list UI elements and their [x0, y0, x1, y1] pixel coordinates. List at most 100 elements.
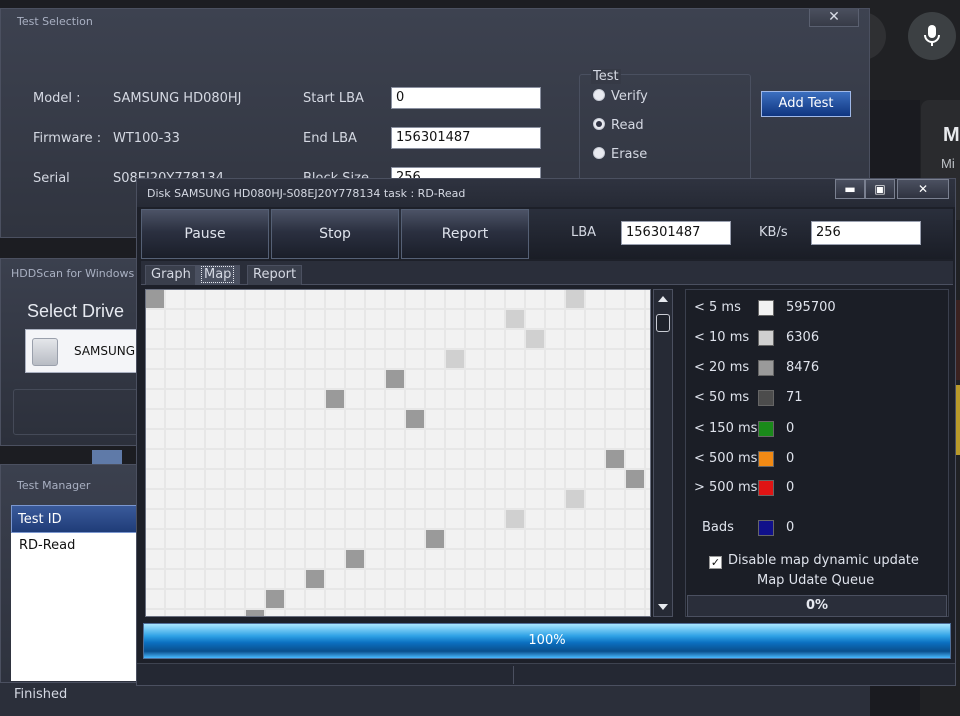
map-block: [406, 290, 424, 308]
maximize-button[interactable]: ▣: [865, 179, 895, 199]
map-block: [226, 390, 244, 408]
map-block: [186, 330, 204, 348]
map-block: [506, 450, 524, 468]
map-block: [366, 290, 384, 308]
map-block: [446, 490, 464, 508]
map-block: [626, 410, 644, 428]
map-block: [426, 510, 444, 528]
tab-bar: Graph Map Report: [141, 261, 953, 285]
column-header-test-id[interactable]: Test ID: [11, 505, 139, 533]
map-block: [426, 350, 444, 368]
map-block: [566, 450, 584, 468]
report-button[interactable]: Report: [401, 209, 529, 259]
scroll-down-icon[interactable]: [658, 604, 668, 610]
map-block: [206, 430, 224, 448]
map-block: [406, 350, 424, 368]
kbs-field[interactable]: 256: [811, 221, 921, 245]
map-block: [146, 470, 164, 488]
map-block: [566, 470, 584, 488]
map-block: [506, 530, 524, 548]
map-block: [406, 570, 424, 588]
hddscan-window: HDDScan for Windows Select Drive SAMSUNG: [0, 258, 139, 446]
map-block: [166, 370, 184, 388]
map-block: [606, 330, 624, 348]
map-block: [206, 330, 224, 348]
scroll-up-icon[interactable]: [658, 296, 668, 302]
tab-report[interactable]: Report: [247, 265, 303, 285]
tab-label: Graph: [151, 267, 191, 282]
drive-info-panel: [13, 389, 139, 435]
tab-map[interactable]: Map: [195, 265, 241, 285]
minimize-button[interactable]: ▬: [835, 179, 865, 199]
map-block: [586, 550, 604, 568]
map-block: [546, 470, 564, 488]
map-block: [146, 330, 164, 348]
pause-button[interactable]: Pause: [141, 209, 269, 259]
map-block: [546, 490, 564, 508]
legend-swatch: [758, 451, 774, 467]
map-block: [446, 550, 464, 568]
add-test-button[interactable]: Add Test: [761, 91, 851, 117]
block-map[interactable]: [145, 289, 651, 617]
checkbox-checked-icon: ✓: [709, 556, 722, 569]
map-block: [226, 490, 244, 508]
map-block: [326, 390, 344, 408]
drive-selector[interactable]: SAMSUNG: [25, 329, 139, 373]
radio-erase[interactable]: Erase: [593, 147, 647, 162]
map-block: [326, 510, 344, 528]
map-block: [586, 390, 604, 408]
map-block: [506, 610, 524, 616]
map-block: [406, 430, 424, 448]
map-block: [386, 350, 404, 368]
map-block: [286, 370, 304, 388]
map-block: [426, 530, 444, 548]
map-block: [366, 310, 384, 328]
map-block: [566, 550, 584, 568]
map-block: [206, 410, 224, 428]
map-block: [466, 590, 484, 608]
radio-read[interactable]: Read: [593, 118, 644, 133]
legend-label: Bads: [702, 520, 734, 535]
map-block: [346, 350, 364, 368]
map-scrollbar[interactable]: [653, 289, 673, 617]
map-block: [646, 410, 650, 428]
map-block: [386, 490, 404, 508]
map-block: [286, 550, 304, 568]
map-block: [266, 370, 284, 388]
map-block: [406, 410, 424, 428]
start-lba-input[interactable]: 0: [391, 87, 541, 109]
hard-drive-icon: [32, 338, 58, 366]
map-block: [326, 370, 344, 388]
map-block: [506, 410, 524, 428]
map-block: [566, 510, 584, 528]
map-block: [186, 290, 204, 308]
map-block: [226, 590, 244, 608]
legend-label: < 10 ms: [694, 330, 750, 345]
tab-graph[interactable]: Graph: [145, 265, 197, 285]
stop-button[interactable]: Stop: [271, 209, 399, 259]
list-item[interactable]: RD-Read: [11, 533, 139, 558]
close-button[interactable]: ✕: [809, 9, 859, 27]
map-block: [426, 410, 444, 428]
map-block: [466, 430, 484, 448]
map-block: [486, 510, 504, 528]
scroll-thumb[interactable]: [656, 314, 670, 332]
map-block: [566, 430, 584, 448]
map-block: [346, 290, 364, 308]
radio-verify[interactable]: Verify: [593, 89, 648, 104]
map-block: [306, 610, 324, 616]
map-block: [326, 590, 344, 608]
map-block: [526, 550, 544, 568]
disk-test-window: Disk SAMSUNG HD080HJ-S08EJ20Y778134 task…: [136, 178, 956, 686]
map-block: [166, 510, 184, 528]
map-block: [466, 350, 484, 368]
map-block: [186, 590, 204, 608]
close-button[interactable]: ✕: [897, 179, 949, 199]
end-lba-input[interactable]: 156301487: [391, 127, 541, 149]
microphone-button[interactable]: [908, 12, 956, 60]
map-block: [266, 570, 284, 588]
radio-selected-icon: [593, 118, 605, 130]
lba-field[interactable]: 156301487: [621, 221, 731, 245]
disable-map-update-checkbox[interactable]: ✓ Disable map dynamic update: [709, 553, 919, 569]
map-block: [546, 430, 564, 448]
